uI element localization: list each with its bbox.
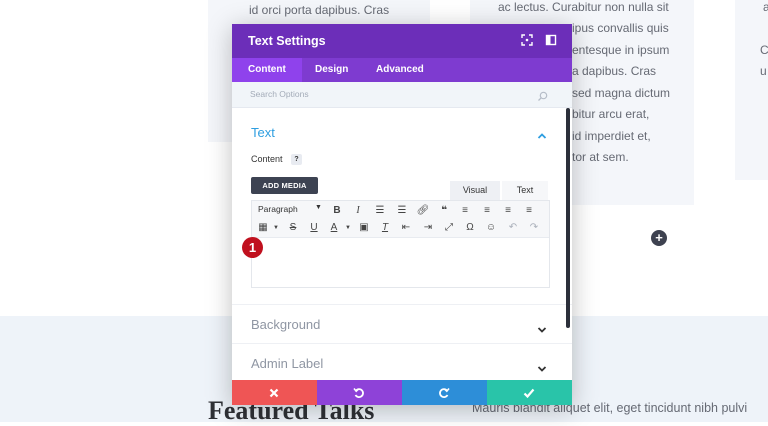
text-toggle-section: Text Content ? ADD MEDIA Visual Text Par…: [232, 108, 572, 305]
link-icon[interactable]: 🔗︎: [416, 204, 430, 218]
redo-button[interactable]: [402, 380, 487, 405]
clear-format-icon[interactable]: T: [378, 221, 392, 235]
align-left-icon[interactable]: ≡: [458, 204, 472, 218]
content-label: Content: [251, 154, 283, 164]
background-paragraph-line: id orci porta dapibus. Cras: [249, 3, 390, 17]
annotation-badge: 1: [242, 237, 263, 258]
rich-text-editor: Paragraph ▼ B I ☰ ☰ 🔗︎ ❝ ≡ ≡ ≡ ≡ ▦ ▼ S U: [251, 200, 550, 288]
background-paragraph-line: ac lectus. Curabitur non nulla sit: [498, 0, 669, 14]
chevron-down-icon: [537, 360, 547, 378]
chevron-down-icon: [537, 321, 547, 339]
underline-icon[interactable]: U: [307, 221, 321, 235]
bullet-list-icon[interactable]: ☰: [373, 204, 387, 218]
bold-icon[interactable]: B: [330, 204, 344, 218]
background-paragraph-line: ipus convallis quis: [572, 21, 669, 35]
text-settings-modal: Text Settings Content Design Advanced Te…: [232, 24, 572, 405]
undo-icon[interactable]: ↶: [506, 221, 520, 235]
help-icon[interactable]: ?: [291, 154, 302, 165]
tab-visual[interactable]: Visual: [450, 181, 500, 200]
modal-tabs: Content Design Advanced: [232, 58, 572, 82]
editor-body[interactable]: [252, 238, 549, 286]
admin-label-toggle-section[interactable]: Admin Label: [232, 344, 572, 380]
align-center-icon[interactable]: ≡: [480, 204, 494, 218]
discard-button[interactable]: [232, 380, 317, 405]
tab-content[interactable]: Content: [232, 58, 302, 82]
numbered-list-icon[interactable]: ☰: [395, 204, 409, 218]
check-icon: [523, 388, 535, 399]
snap-sidebar-icon[interactable]: [544, 33, 558, 47]
tab-text[interactable]: Text: [502, 181, 548, 200]
undo-icon: [353, 387, 364, 398]
expand-icon[interactable]: [520, 33, 534, 47]
add-module-button[interactable]: +: [651, 230, 667, 246]
blockquote-icon[interactable]: ❝: [437, 204, 451, 218]
close-icon: [269, 388, 279, 398]
background-paragraph-line: tor at sem.: [572, 150, 629, 164]
admin-label-section-title: Admin Label: [251, 356, 324, 371]
chevron-down-icon: ▼: [345, 225, 351, 231]
strikethrough-icon[interactable]: S: [286, 221, 300, 235]
emoji-icon[interactable]: ☺: [484, 221, 498, 235]
italic-icon[interactable]: I: [351, 204, 365, 218]
modal-title: Text Settings: [248, 34, 326, 48]
background-toggle-section[interactable]: Background: [232, 305, 572, 344]
text-color-icon[interactable]: A: [327, 221, 341, 235]
paste-text-icon[interactable]: ▣: [357, 221, 371, 235]
modal-action-bar: [232, 380, 572, 405]
fullscreen-icon[interactable]: ⤢: [442, 221, 456, 235]
search-options-input[interactable]: [242, 85, 558, 103]
indent-icon[interactable]: ⇥: [421, 221, 435, 235]
background-paragraph-line: sed magna dictum: [572, 86, 671, 100]
undo-button[interactable]: [317, 380, 402, 405]
background-section-title: Background: [251, 317, 321, 332]
chevron-up-icon[interactable]: [537, 127, 547, 145]
outdent-icon[interactable]: ⇤: [399, 221, 413, 235]
search-bar: [232, 82, 572, 108]
chevron-down-icon: ▼: [273, 225, 279, 231]
background-paragraph-line: C: [760, 43, 768, 57]
background-paragraph-line: entesque in ipsum: [572, 43, 670, 57]
redo-icon: [439, 387, 450, 398]
modal-header[interactable]: Text Settings: [232, 24, 572, 58]
editor-toolbar: Paragraph ▼ B I ☰ ☰ 🔗︎ ❝ ≡ ≡ ≡ ≡ ▦ ▼ S U: [252, 201, 549, 238]
table-icon[interactable]: ▦: [256, 221, 270, 235]
settings-scroll-area[interactable]: Text Content ? ADD MEDIA Visual Text Par…: [232, 108, 572, 380]
background-paragraph-line: id imperdiet et,: [572, 129, 651, 143]
align-right-icon[interactable]: ≡: [501, 204, 515, 218]
special-char-icon[interactable]: Ω: [463, 221, 477, 235]
background-paragraph-line: u: [760, 64, 767, 78]
save-button[interactable]: [487, 380, 572, 405]
background-paragraph-line: a dapibus. Cras: [572, 64, 657, 78]
background-text-card-3: [735, 0, 768, 180]
add-media-button[interactable]: ADD MEDIA: [251, 177, 318, 194]
tab-design[interactable]: Design: [299, 58, 364, 82]
tab-advanced[interactable]: Advanced: [360, 58, 440, 82]
paragraph-format-select[interactable]: Paragraph: [258, 204, 298, 214]
search-icon: [537, 89, 548, 107]
align-justify-icon[interactable]: ≡: [522, 204, 536, 218]
background-paragraph-line: a: [763, 0, 768, 14]
chevron-down-icon: ▼: [315, 204, 322, 211]
modal-scrollbar[interactable]: [566, 108, 570, 328]
background-paragraph-line: bitur arcu erat,: [572, 107, 650, 121]
redo-icon[interactable]: ↷: [527, 221, 541, 235]
text-section-title[interactable]: Text: [251, 125, 275, 140]
